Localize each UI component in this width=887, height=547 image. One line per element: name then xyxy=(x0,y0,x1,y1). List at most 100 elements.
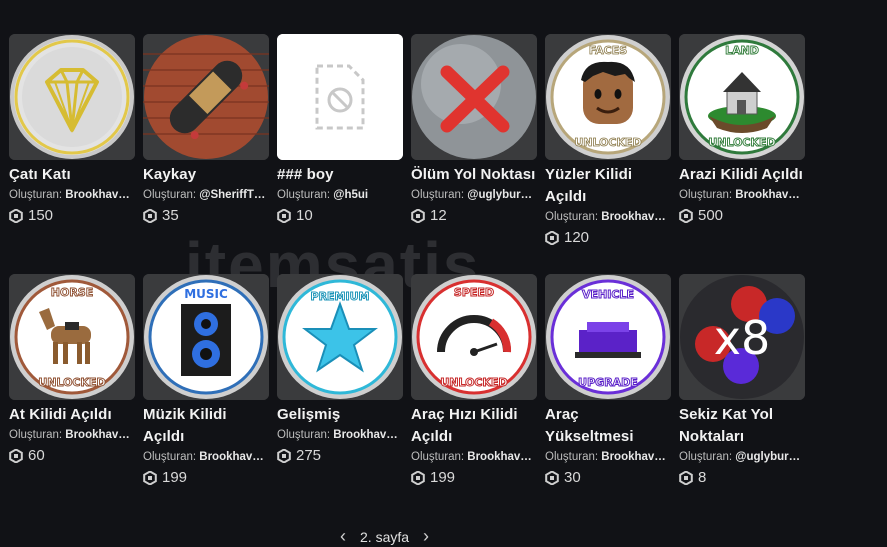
creator-link[interactable]: Brookhav… xyxy=(65,429,130,441)
creator-link[interactable]: Brookhav… xyxy=(601,451,666,463)
item-name[interactable]: Gelişmiş xyxy=(277,404,403,426)
item-thumbnail[interactable] xyxy=(9,34,135,160)
item-thumbnail[interactable]: SPEED UNLOCKED xyxy=(411,274,537,400)
item-name[interactable]: Araç Yükseltmesi xyxy=(545,404,671,448)
creator-prefix: Oluşturan: xyxy=(411,451,465,463)
robux-icon xyxy=(411,209,425,223)
badge-top-text: HORSE xyxy=(51,286,93,299)
item-price: 8 xyxy=(679,468,805,488)
item-card[interactable]: VEHICLE UPGRADE Araç Yükseltmesi Oluştur… xyxy=(545,274,671,488)
item-thumbnail[interactable]: x8 xyxy=(679,274,805,400)
robux-icon xyxy=(545,231,559,245)
creator-link[interactable]: @SheriffT… xyxy=(199,189,265,201)
item-name[interactable]: Ölüm Yol Noktası xyxy=(411,164,537,186)
item-card[interactable]: MUSIC Müzik Kilidi Açıldı Oluşturan: Bro… xyxy=(143,274,269,488)
price-value: 500 xyxy=(698,207,724,224)
item-thumbnail[interactable]: VEHICLE UPGRADE xyxy=(545,274,671,400)
badge-bottom-text: UPGRADE xyxy=(578,376,638,389)
item-card[interactable]: x8 Sekiz Kat Yol Noktaları Oluşturan: @u… xyxy=(679,274,805,488)
robux-icon xyxy=(545,471,559,485)
item-name[interactable]: Sekiz Kat Yol Noktaları xyxy=(679,404,805,448)
creator-link[interactable]: @h5ui xyxy=(333,189,368,201)
creator-link[interactable]: @uglybur… xyxy=(467,189,532,201)
red-x-icon xyxy=(411,34,537,160)
badge-bottom-text: UNLOCKED xyxy=(440,376,507,389)
item-name[interactable]: Yüzler Kilidi Açıldı xyxy=(545,164,671,208)
item-creator: Oluşturan: Brookhav… xyxy=(545,209,671,225)
robux-icon xyxy=(277,449,291,463)
creator-link[interactable]: Brookhav… xyxy=(65,189,130,201)
price-value: 199 xyxy=(430,469,456,486)
item-name[interactable]: Araç Hızı Kilidi Açıldı xyxy=(411,404,537,448)
item-thumbnail[interactable] xyxy=(411,34,537,160)
item-thumbnail[interactable]: FACES UNLOCKED xyxy=(545,34,671,160)
price-value: 35 xyxy=(162,207,179,224)
creator-prefix: Oluşturan: xyxy=(143,189,197,201)
item-thumbnail[interactable]: MUSIC xyxy=(143,274,269,400)
creator-link[interactable]: Brookhav… xyxy=(333,429,398,441)
item-creator: Oluşturan: Brookhav… xyxy=(545,449,671,465)
creator-prefix: Oluşturan: xyxy=(9,189,63,201)
item-card[interactable]: HORSE UNLOCKED At Kilidi Açıldı Oluştura… xyxy=(9,274,135,488)
item-name[interactable]: Arazi Kilidi Açıldı xyxy=(679,164,805,186)
item-name[interactable]: Kaykay xyxy=(143,164,269,186)
item-creator: Oluşturan: Brookhav… xyxy=(411,449,537,465)
robux-icon xyxy=(9,209,23,223)
item-thumbnail[interactable]: HORSE UNLOCKED xyxy=(9,274,135,400)
item-card[interactable]: FACES UNLOCKED Yüzler Kilidi Açıldı Oluş… xyxy=(545,34,671,248)
creator-link[interactable]: Brookhav… xyxy=(199,451,264,463)
price-value: 60 xyxy=(28,447,45,464)
page-label: 2. sayfa xyxy=(360,528,410,545)
item-creator: Oluşturan: Brookhav… xyxy=(9,187,135,203)
robux-icon xyxy=(411,471,425,485)
item-thumbnail[interactable] xyxy=(277,34,403,160)
item-name[interactable]: ### boy xyxy=(277,164,403,186)
item-card[interactable]: Kaykay Oluşturan: @SheriffT… 35 xyxy=(143,34,269,248)
creator-prefix: Oluşturan: xyxy=(411,189,465,201)
item-row-1: Çatı Katı Oluşturan: Brookhav… 150 Kayka… xyxy=(9,34,805,248)
pagination: ‹ 2. sayfa › xyxy=(340,526,429,547)
prev-page-button[interactable]: ‹ xyxy=(340,526,346,547)
creator-link[interactable]: @uglybur… xyxy=(735,451,800,463)
robux-icon xyxy=(679,209,693,223)
item-price: 60 xyxy=(9,446,135,466)
badge-bottom-text: UNLOCKED xyxy=(708,136,775,149)
item-card[interactable]: Çatı Katı Oluşturan: Brookhav… 150 xyxy=(9,34,135,248)
creator-link[interactable]: Brookhav… xyxy=(735,189,800,201)
badge-top-text: LAND xyxy=(725,44,759,57)
item-price: 35 xyxy=(143,206,269,226)
item-thumbnail[interactable] xyxy=(143,34,269,160)
item-card[interactable]: Ölüm Yol Noktası Oluşturan: @uglybur… 12 xyxy=(411,34,537,248)
robux-icon xyxy=(143,471,157,485)
item-price: 275 xyxy=(277,446,403,466)
price-value: 8 xyxy=(698,469,707,486)
item-card[interactable]: SPEED UNLOCKED Araç Hızı Kilidi Açıldı O… xyxy=(411,274,537,488)
item-creator: Oluşturan: Brookhav… xyxy=(277,427,403,443)
creator-link[interactable]: Brookhav… xyxy=(467,451,532,463)
item-name[interactable]: At Kilidi Açıldı xyxy=(9,404,135,426)
item-row-2: HORSE UNLOCKED At Kilidi Açıldı Oluştura… xyxy=(9,274,805,488)
creator-prefix: Oluşturan: xyxy=(277,189,331,201)
item-creator: Oluşturan: @uglybur… xyxy=(411,187,537,203)
item-price: 30 xyxy=(545,468,671,488)
item-card[interactable]: LAND UNLOCKED Arazi Kilidi Açıldı Oluştu… xyxy=(679,34,805,248)
item-card[interactable]: ### boy Oluşturan: @h5ui 10 xyxy=(277,34,403,248)
item-name[interactable]: Çatı Katı xyxy=(9,164,135,186)
creator-prefix: Oluşturan: xyxy=(9,429,63,441)
badge-bottom-text: UNLOCKED xyxy=(38,376,105,389)
price-value: 30 xyxy=(564,469,581,486)
blocked-image-icon xyxy=(277,34,403,160)
item-name[interactable]: Müzik Kilidi Açıldı xyxy=(143,404,269,448)
diamond-icon xyxy=(9,34,135,160)
item-price: 199 xyxy=(143,468,269,488)
premium-star-icon: PREMIUM xyxy=(277,274,403,400)
item-thumbnail[interactable]: LAND UNLOCKED xyxy=(679,34,805,160)
next-page-button[interactable]: › xyxy=(423,526,429,547)
item-creator: Oluşturan: Brookhav… xyxy=(679,187,805,203)
item-thumbnail[interactable]: PREMIUM xyxy=(277,274,403,400)
price-value: 199 xyxy=(162,469,188,486)
x8-label: x8 xyxy=(714,311,771,365)
creator-link[interactable]: Brookhav… xyxy=(601,211,666,223)
item-card[interactable]: PREMIUM Gelişmiş Oluşturan: Brookhav… 27… xyxy=(277,274,403,488)
item-price: 199 xyxy=(411,468,537,488)
